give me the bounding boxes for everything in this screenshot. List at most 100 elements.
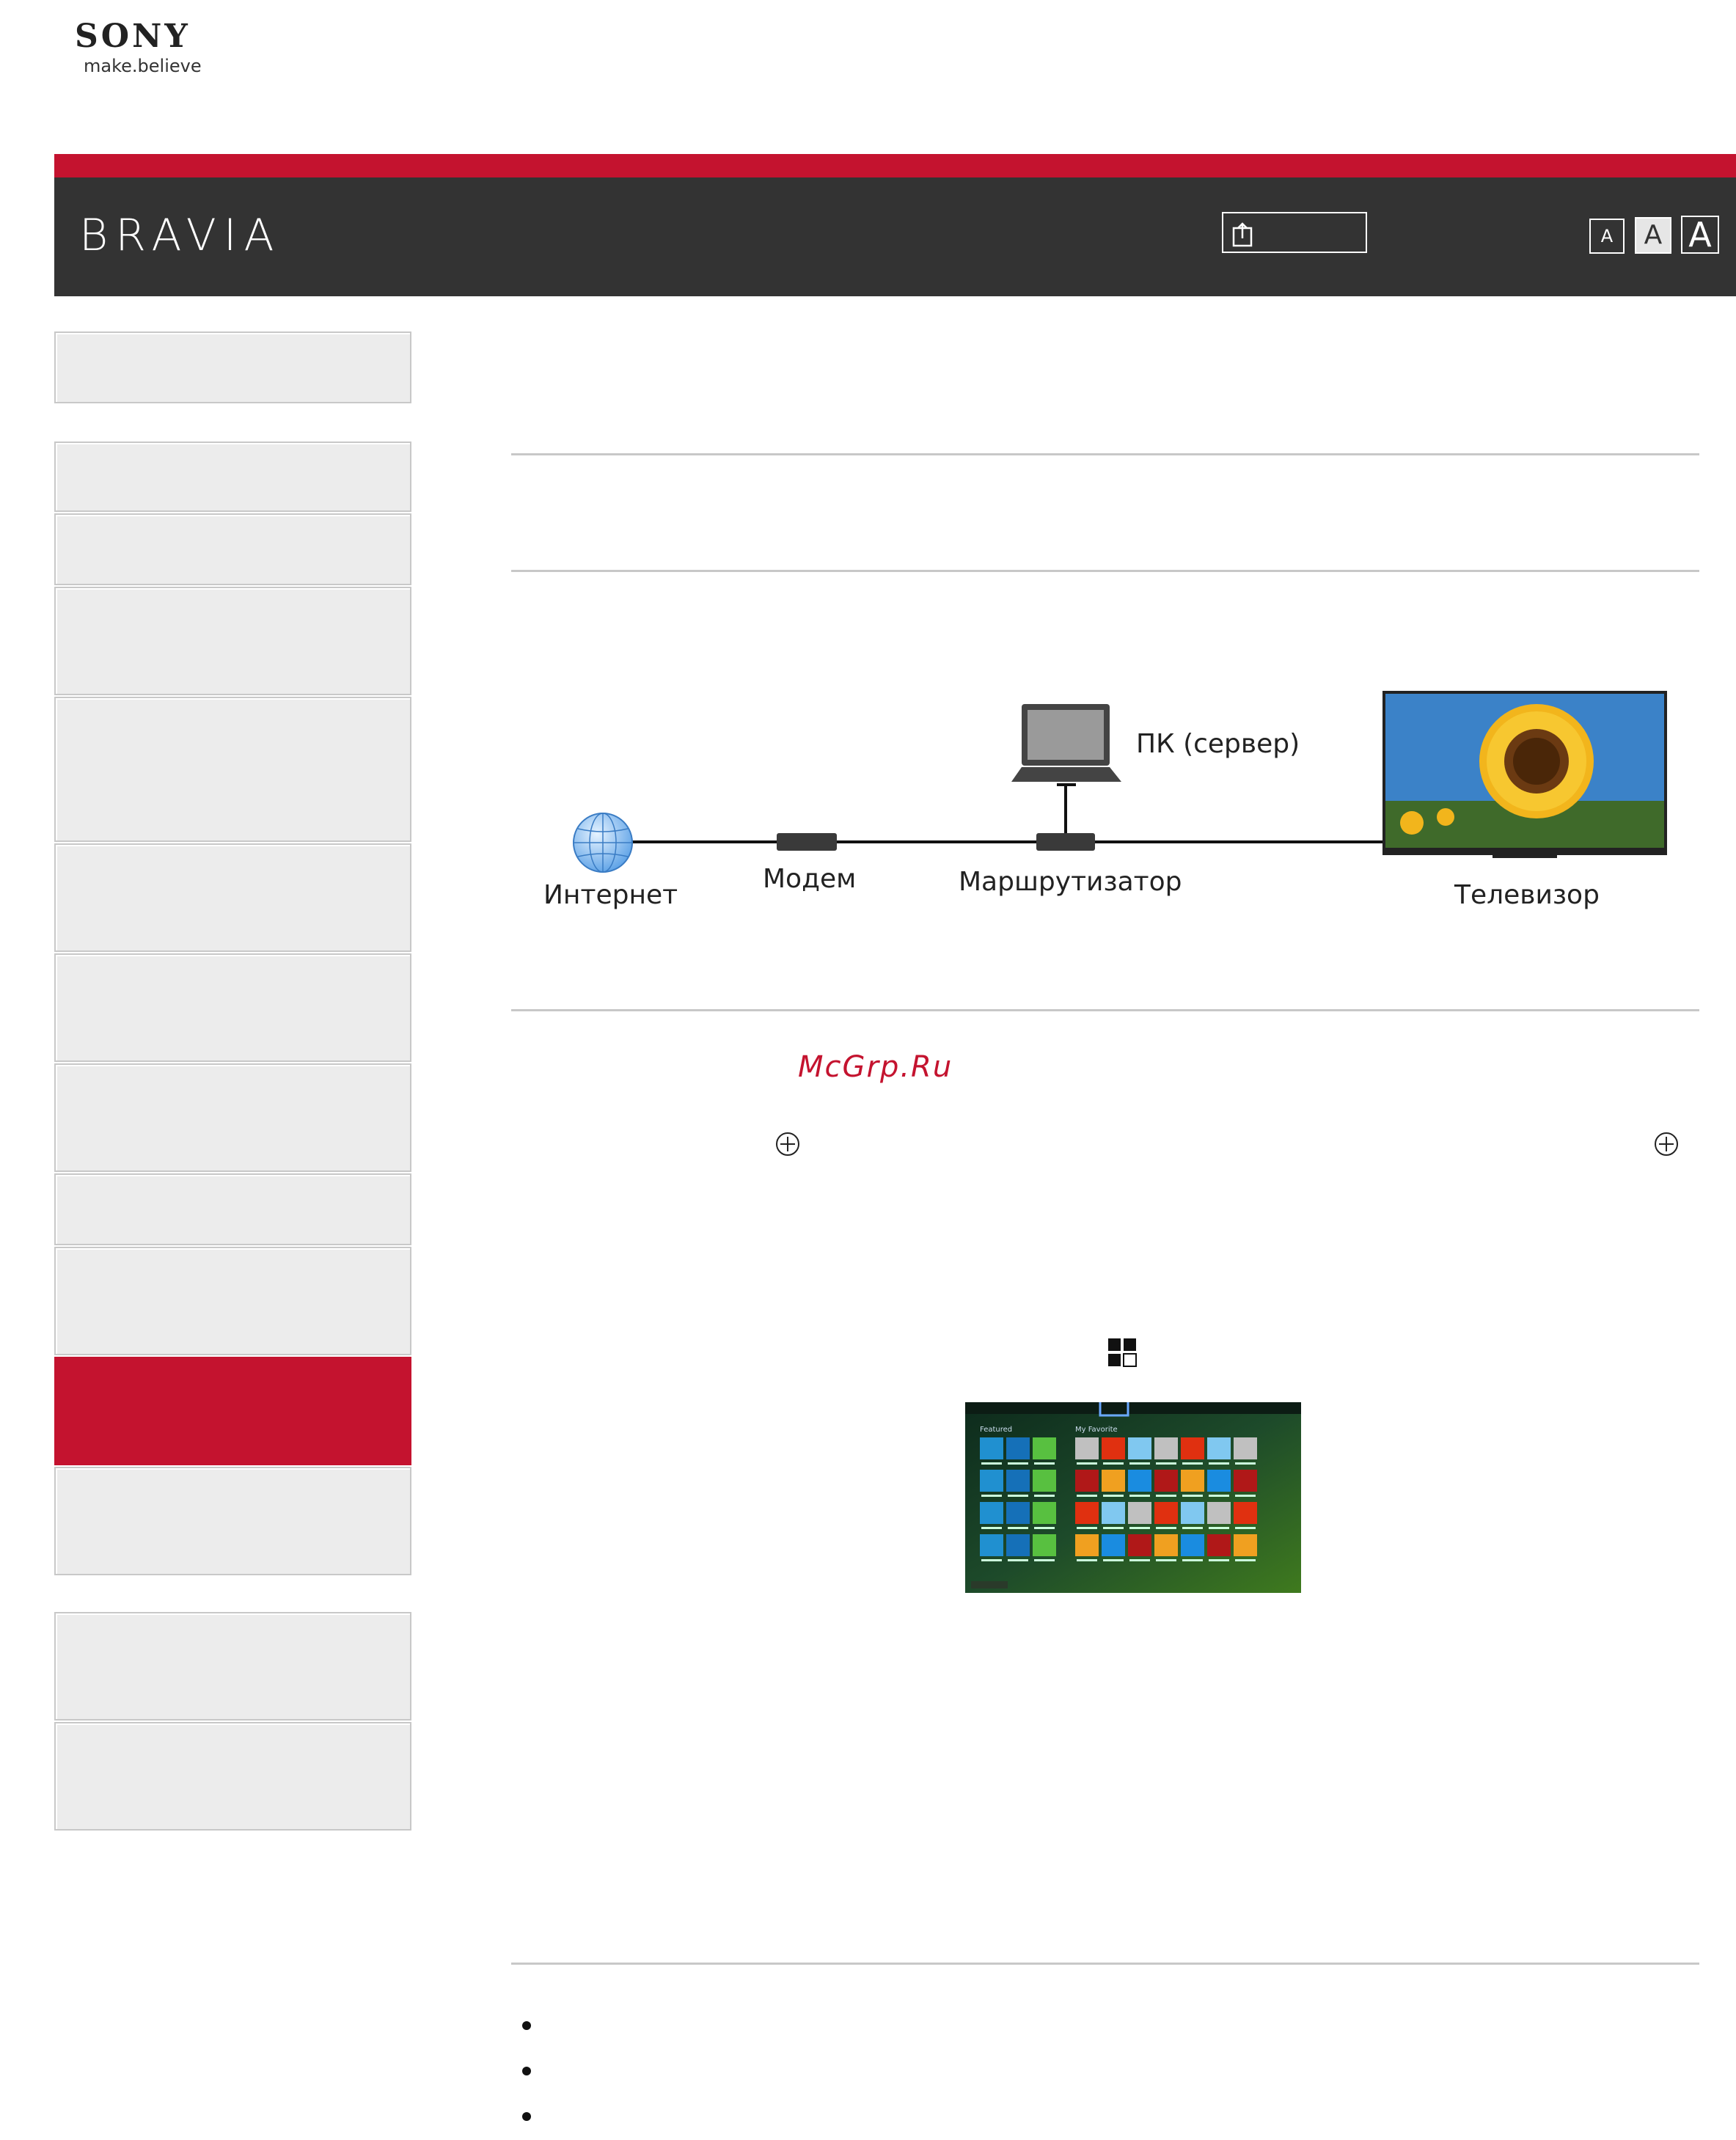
list-bullet (522, 2067, 531, 2075)
laptop-icon (1011, 704, 1121, 782)
font-size-medium-button[interactable]: A (1635, 217, 1671, 254)
app-tile-label (1209, 1462, 1229, 1465)
app-tile-label (1077, 1527, 1097, 1529)
svg-text:My Favorite: My Favorite (1075, 1426, 1118, 1434)
app-tile (1102, 1470, 1125, 1492)
share-icon (1232, 222, 1253, 247)
tv-icon (1382, 691, 1667, 858)
app-tile-label (1077, 1462, 1097, 1465)
app-tile (1033, 1470, 1056, 1492)
sidebar-item-9[interactable] (54, 1247, 411, 1355)
globe-icon (573, 813, 633, 873)
app-tile-label (1008, 1559, 1028, 1561)
app-tile-label (1103, 1559, 1124, 1561)
app-tile (1128, 1534, 1151, 1556)
app-tile (980, 1534, 1003, 1556)
app-grid-icon (1108, 1338, 1137, 1367)
app-tile-label (981, 1462, 1002, 1465)
sidebar-item-active[interactable] (54, 1357, 411, 1465)
sidebar-item-7[interactable] (54, 1063, 411, 1172)
app-tile-label (1156, 1495, 1176, 1497)
app-tile (1006, 1470, 1030, 1492)
app-tile-label (1209, 1527, 1229, 1529)
app-tile (1181, 1534, 1204, 1556)
app-tile (1207, 1502, 1231, 1524)
app-tile-label (1077, 1559, 1097, 1561)
app-tile-label (1034, 1495, 1055, 1497)
app-tile (980, 1502, 1003, 1524)
sidebar-item-5[interactable] (54, 843, 411, 952)
network-diagram: Интернет Модем Маршрутизатор ПК (сервер)… (511, 638, 1699, 931)
product-title: BRAVIA (79, 210, 282, 261)
app-tile-label (1182, 1495, 1203, 1497)
app-tile-label (981, 1527, 1002, 1529)
app-tile-label (1103, 1527, 1124, 1529)
app-tile (1181, 1470, 1204, 1492)
modem-icon (777, 833, 837, 851)
list-bullet (522, 2112, 531, 2121)
modem-label: Модем (763, 864, 857, 894)
sidebar-item-8[interactable] (54, 1173, 411, 1245)
app-tile (1128, 1437, 1151, 1459)
app-tile (1154, 1470, 1178, 1492)
divider (511, 1963, 1699, 1965)
plus-circle-icon (776, 1132, 799, 1156)
app-tile (1181, 1502, 1204, 1524)
app-tile (1075, 1470, 1099, 1492)
sidebar-item-1[interactable] (54, 441, 411, 512)
sidebar-item-13[interactable] (54, 1722, 411, 1831)
app-tile-label (1156, 1559, 1176, 1561)
app-tile (1033, 1534, 1056, 1556)
share-button[interactable] (1222, 212, 1367, 253)
font-size-small-button[interactable]: A (1589, 219, 1625, 254)
app-tile-label (1182, 1559, 1203, 1561)
app-tile (1128, 1470, 1151, 1492)
app-tile (1207, 1534, 1231, 1556)
app-tile (1207, 1437, 1231, 1459)
sony-tagline: make.believe (84, 56, 202, 76)
app-tile-label (1235, 1462, 1256, 1465)
app-tile (1033, 1502, 1056, 1524)
app-tile (1102, 1437, 1125, 1459)
app-tile-label (1235, 1495, 1256, 1497)
app-tile-label (1077, 1495, 1097, 1497)
divider (511, 570, 1699, 572)
router-label: Маршрутизатор (959, 867, 1182, 897)
app-tile (980, 1437, 1003, 1459)
app-tile-label (1129, 1527, 1150, 1529)
sidebar-item-top[interactable] (54, 331, 411, 403)
app-tile (1075, 1502, 1099, 1524)
app-tile-label (1235, 1559, 1256, 1561)
app-tile-label (1235, 1527, 1256, 1529)
app-tile (1154, 1534, 1178, 1556)
app-tile (1006, 1502, 1030, 1524)
app-tile-label (1156, 1527, 1176, 1529)
tv-apps-screenshot: Featured My Favorite (965, 1402, 1301, 1593)
divider (511, 1009, 1699, 1011)
header-bar: BRAVIA A A A (54, 177, 1736, 296)
app-tile (1006, 1437, 1030, 1459)
sidebar-item-2[interactable] (54, 513, 411, 585)
app-tile-label (1034, 1462, 1055, 1465)
app-tile (1006, 1534, 1030, 1556)
app-tile-label (1129, 1495, 1150, 1497)
app-tile (1181, 1437, 1204, 1459)
font-size-large-button[interactable]: A (1681, 216, 1719, 254)
app-tile (1075, 1534, 1099, 1556)
sidebar-item-6[interactable] (54, 953, 411, 1062)
app-tile-label (1209, 1495, 1229, 1497)
app-tile-label (1008, 1495, 1028, 1497)
app-tile-label (1103, 1462, 1124, 1465)
sidebar-item-11[interactable] (54, 1467, 411, 1575)
sidebar-item-3[interactable] (54, 587, 411, 695)
sidebar-item-12[interactable] (54, 1612, 411, 1721)
app-tile-label (1129, 1462, 1150, 1465)
header-accent-bar (54, 154, 1736, 177)
app-tile-label (1156, 1462, 1176, 1465)
app-tile (1154, 1437, 1178, 1459)
app-tile-label (1008, 1527, 1028, 1529)
app-tile (1033, 1437, 1056, 1459)
svg-text:Featured: Featured (980, 1426, 1012, 1434)
sidebar-item-4[interactable] (54, 697, 411, 842)
app-tile (1154, 1502, 1178, 1524)
